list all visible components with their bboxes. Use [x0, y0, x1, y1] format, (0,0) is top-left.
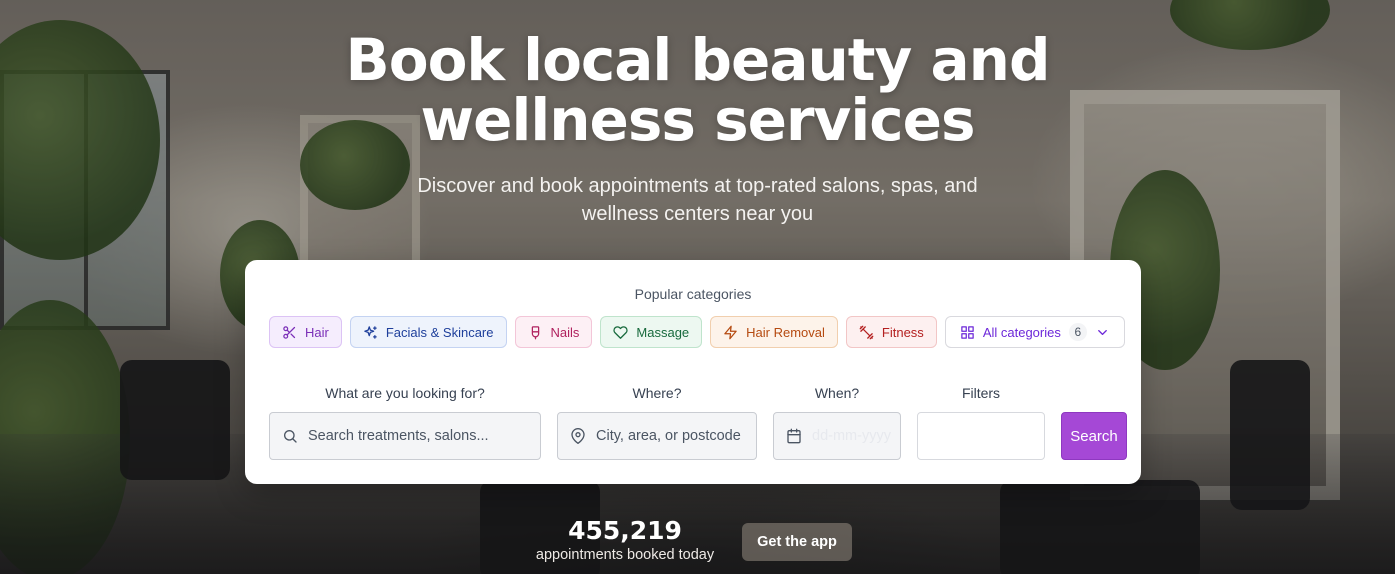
category-chip-hair[interactable]: Hair [269, 316, 342, 348]
nail-polish-icon [531, 325, 539, 339]
zap-icon [724, 325, 737, 339]
search-button[interactable]: Search [1061, 412, 1127, 460]
appointments-label: appointments booked today [535, 547, 715, 563]
hero: Book local beauty and wellness services … [0, 0, 1395, 228]
category-chip-nails[interactable]: Nails [514, 316, 593, 348]
heart-icon [613, 325, 629, 339]
category-chip-hair-removal[interactable]: Hair Removal [710, 316, 838, 348]
sparkles-icon [364, 325, 377, 339]
categories-title: Popular categories [634, 286, 752, 302]
category-chip-label: Hair [305, 324, 329, 340]
all-categories-dropdown[interactable]: All categories 6 [944, 316, 1125, 348]
category-chip-label: Fitness [881, 324, 924, 340]
page-title: Book local beauty and wellness services [0, 30, 1395, 150]
category-chip-fitness[interactable]: Fitness [845, 316, 937, 348]
appointments-count: 455,219 [568, 516, 682, 545]
category-chip-massage[interactable]: Massage [600, 316, 703, 348]
category-chip-label: Hair Removal [746, 324, 825, 340]
booking-stats: 455,219 appointments booked today [532, 516, 718, 564]
what-label: What are you looking for? [325, 385, 485, 401]
grid-icon [961, 325, 974, 339]
chevron-down-icon [1097, 329, 1107, 335]
filters-label: Filters [961, 385, 1001, 401]
search-input-box[interactable] [269, 412, 541, 460]
get-the-app-button[interactable]: Get the app [742, 523, 852, 561]
search-input[interactable] [308, 428, 540, 444]
search-icon [284, 430, 297, 443]
map-pin-icon [571, 428, 585, 444]
all-categories-label: All categories [982, 324, 1061, 340]
category-count-badge: 6 [1068, 323, 1087, 341]
page-title-line-2: wellness services [420, 86, 976, 154]
category-chip-label: Massage [636, 324, 690, 340]
search-card: Popular categories Hair Facials & Skinca… [245, 260, 1141, 484]
category-chips: Hair Facials & Skincare Nails Massage Ha… [269, 316, 1125, 348]
category-chip-label: Nails [550, 324, 580, 340]
filters-select[interactable] [917, 412, 1045, 460]
calendar-icon [787, 428, 801, 444]
page-subtitle-line-2: wellness centers near you [581, 203, 814, 225]
date-input[interactable] [812, 428, 900, 444]
page-subtitle-line-1: Discover and book appointments at top-ra… [417, 175, 978, 197]
location-input-box[interactable] [557, 412, 757, 460]
date-input-box[interactable] [773, 412, 901, 460]
category-chip-label: Facials & Skincare [385, 324, 494, 340]
when-label: When? [814, 385, 860, 401]
scissors-icon [283, 325, 296, 339]
where-label: Where? [632, 385, 682, 401]
page-subtitle: Discover and book appointments at top-ra… [0, 172, 1395, 228]
dumbbell-icon [859, 325, 874, 339]
page-title-line-1: Book local beauty and [345, 26, 1051, 94]
category-chip-facials-skincare[interactable]: Facials & Skincare [349, 316, 507, 348]
location-input[interactable] [596, 428, 756, 444]
